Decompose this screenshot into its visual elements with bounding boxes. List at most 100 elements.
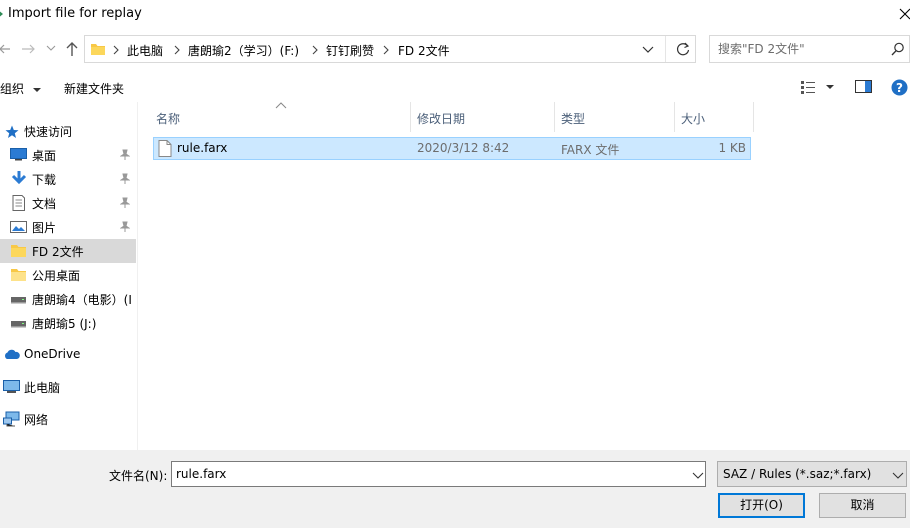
chevron-down-icon[interactable] [642,42,654,56]
chevron-down-icon [46,45,56,51]
search-icon[interactable] [891,42,905,56]
chevron-down-icon[interactable] [692,471,704,481]
nav-item-pictures[interactable]: 图片 [0,215,136,239]
breadcrumb-dingding[interactable]: 钉钉刷赞 [326,42,374,59]
window-title: Import file for replay [8,6,142,21]
arrow-left-icon [0,44,10,54]
close-icon [899,8,910,20]
nav-this-pc[interactable]: 此电脑 [0,375,136,399]
arrow-right-icon [22,44,35,54]
desktop-icon [10,148,27,161]
column-header-type[interactable]: 类型 [555,102,675,132]
forward-button[interactable] [20,38,36,62]
file-modified: 2020/3/12 8:42 [417,141,510,155]
nav-item-desktop[interactable]: 桌面 [0,143,136,167]
new-folder-button[interactable]: 新建文件夹 [64,80,124,97]
nav-label: 快速访问 [24,125,73,139]
view-options-button[interactable] [800,79,838,95]
search-input[interactable] [718,41,878,57]
nav-label: FD 2文件 [32,245,84,259]
preview-pane-button[interactable] [855,80,873,94]
chevron-right-icon [113,45,119,55]
picture-icon [10,221,27,233]
chevron-down-icon [892,472,904,479]
file-type: FARX 文件 [561,143,620,157]
nav-item-fd2[interactable]: FD 2文件 [0,239,136,263]
filename-label: 文件名(N): [109,469,168,483]
folder-icon [11,245,26,257]
app-icon [0,11,3,17]
nav-label: 唐朗瑜5 (J:) [32,317,97,331]
drive-icon [11,321,26,328]
divider [665,36,666,62]
recent-locations-button[interactable] [46,42,56,66]
refresh-icon[interactable] [675,41,691,57]
file-name: rule.farx [177,141,228,155]
help-button[interactable]: ? [891,79,908,96]
column-header-date[interactable]: 修改日期 [411,102,555,132]
nav-label: 图片 [32,221,57,235]
computer-icon [3,380,20,393]
nav-item-downloads[interactable]: 下载 [0,167,136,191]
svg-text:?: ? [896,81,903,95]
file-type-select[interactable]: SAZ / Rules (*.saz;*.farx) [717,461,907,487]
back-button[interactable] [0,38,12,62]
nav-label: OneDrive [24,347,81,361]
chevron-right-icon [383,45,389,55]
search-box[interactable] [709,35,910,63]
nav-label: 网络 [24,413,49,427]
filename-combobox[interactable] [171,461,706,487]
dialog-footer: 文件名(N): SAZ / Rules (*.saz;*.farx) 打开(O)… [0,450,910,528]
nav-network[interactable]: 网络 [0,407,136,431]
file-icon [158,140,172,157]
document-icon [12,195,25,211]
nav-label: 文档 [32,197,57,211]
download-icon [11,171,27,185]
folder-icon [91,44,105,55]
pin-icon [120,221,130,232]
breadcrumb-drive-f[interactable]: 唐朗瑜2（学习）(F:) [188,42,299,59]
drive-icon [11,297,26,304]
organize-label: 组织 [0,82,25,96]
pin-icon [120,173,130,184]
nav-label: 下载 [32,173,57,187]
title-bar: Import file for replay [0,0,910,30]
file-type-value: SAZ / Rules (*.saz;*.farx) [723,467,872,481]
column-header-size[interactable]: 大小 [675,102,754,132]
content-area: 快速访问 桌面 下载 文档 图片 FD 2文件 公用桌面 唐朗瑜4（电影）(I … [0,102,910,450]
nav-quick-access[interactable]: 快速访问 [0,119,136,143]
pin-icon [120,149,130,160]
column-header-name[interactable]: 名称 [150,102,411,132]
pin-icon [120,197,130,208]
table-row[interactable]: rule.farx 2020/3/12 8:42 FARX 文件 1 KB [153,137,751,160]
cancel-button[interactable]: 取消 [819,493,906,518]
address-bar[interactable]: 此电脑 唐朗瑜2（学习）(F:) 钉钉刷赞 FD 2文件 [84,35,696,63]
nav-label: 此电脑 [24,381,61,395]
nav-label: 唐朗瑜4（电影）(I [32,293,132,307]
chevron-right-icon [312,45,318,55]
network-icon [3,411,20,427]
nav-item-drive-i[interactable]: 唐朗瑜4（电影）(I [0,287,136,311]
chevron-right-icon [174,45,180,55]
nav-item-public-desktop[interactable]: 公用桌面 [0,263,136,287]
nav-item-drive-j[interactable]: 唐朗瑜5 (J:) [0,311,136,335]
folder-icon [11,269,26,281]
navigation-pane[interactable]: 快速访问 桌面 下载 文档 图片 FD 2文件 公用桌面 唐朗瑜4（电影）(I … [0,102,138,450]
open-button[interactable]: 打开(O) [718,493,805,518]
file-size: 1 KB [718,141,746,155]
preview-pane-icon [855,80,872,93]
help-icon: ? [891,79,908,96]
nav-item-documents[interactable]: 文档 [0,191,136,215]
nav-onedrive[interactable]: OneDrive [0,343,136,367]
view-list-icon [801,81,834,94]
close-button[interactable] [890,2,910,26]
breadcrumb-this-pc[interactable]: 此电脑 [127,42,163,59]
up-button[interactable] [64,40,80,64]
cloud-icon [5,349,20,359]
filename-input[interactable] [176,466,676,482]
star-icon [5,125,19,138]
nav-label: 公用桌面 [32,269,81,283]
organize-menu[interactable]: 组织 [0,80,42,97]
breadcrumb-fd2[interactable]: FD 2文件 [398,42,450,59]
caret-down-icon [32,87,41,92]
